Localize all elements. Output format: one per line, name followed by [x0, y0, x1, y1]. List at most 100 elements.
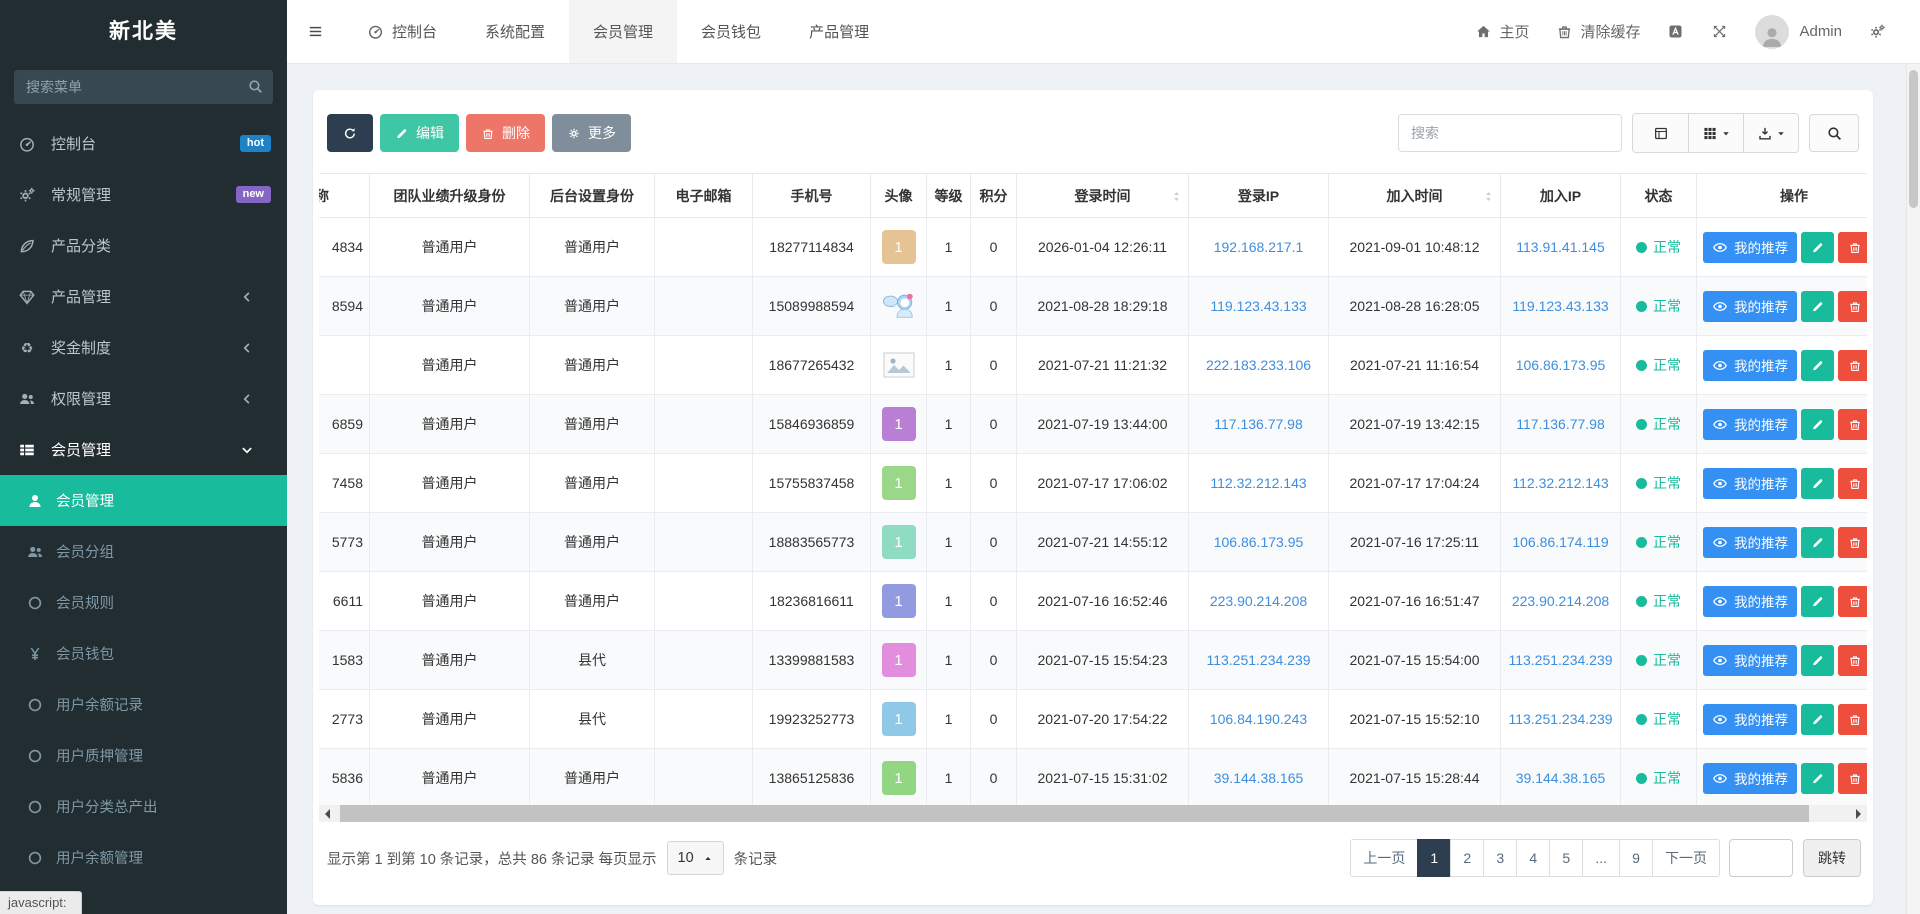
sidebar-item-5[interactable]: 权限管理 [0, 373, 287, 424]
ip-link[interactable]: 222.183.233.106 [1206, 357, 1311, 373]
sidebar-subitem-6[interactable]: 用户分类总产出 [0, 781, 287, 832]
table-row[interactable]: 5836 普通用户 普通用户 13865125836 1 1 0 2021-07… [319, 749, 1867, 806]
row-edit-button[interactable] [1801, 468, 1834, 499]
my-referral-button[interactable]: 我的推荐 [1703, 704, 1797, 735]
ip-link[interactable]: 106.84.190.243 [1210, 711, 1307, 727]
table-row[interactable]: 2773 普通用户 县代 19923252773 1 1 0 2021-07-2… [319, 690, 1867, 749]
ip-link[interactable]: 113.251.234.239 [1508, 711, 1612, 727]
row-delete-button[interactable] [1838, 586, 1867, 617]
ip-link[interactable]: 106.86.173.95 [1214, 534, 1304, 550]
row-delete-button[interactable] [1838, 468, 1867, 499]
clear-cache-link[interactable]: 清除缓存 [1556, 21, 1640, 42]
sidebar-item-1[interactable]: 常规管理 new [0, 169, 287, 220]
ip-link[interactable]: 113.251.234.239 [1206, 652, 1310, 668]
sidebar-item-2[interactable]: 产品分类 [0, 220, 287, 271]
table-row[interactable]: 5773 普通用户 普通用户 18883565773 1 1 0 2021-07… [319, 513, 1867, 572]
fullscreen-button[interactable] [1711, 23, 1728, 40]
ip-link[interactable]: 39.144.38.165 [1516, 770, 1606, 786]
jump-page-input[interactable] [1729, 839, 1793, 877]
table-row[interactable]: 1583 普通用户 县代 13399881583 1 1 0 2021-07-1… [319, 631, 1867, 690]
my-referral-button[interactable]: 我的推荐 [1703, 468, 1797, 499]
sidebar-subitem-2[interactable]: 会员规则 [0, 577, 287, 628]
row-delete-button[interactable] [1838, 409, 1867, 440]
ip-link[interactable]: 223.90.214.208 [1512, 593, 1609, 609]
ip-link[interactable]: 119.123.43.133 [1512, 298, 1608, 314]
ip-link[interactable]: 192.168.217.1 [1214, 239, 1304, 255]
row-delete-button[interactable] [1838, 527, 1867, 558]
page-button-9[interactable]: 9 [1619, 839, 1653, 877]
next-page-button[interactable]: 下一页 [1652, 839, 1720, 877]
sidebar-subitem-4[interactable]: 用户余额记录 [0, 679, 287, 730]
row-delete-button[interactable] [1838, 645, 1867, 676]
page-button-5[interactable]: 5 [1549, 839, 1583, 877]
sidebar-subitem-7[interactable]: 用户余额管理 [0, 832, 287, 883]
ip-link[interactable]: 113.91.41.145 [1516, 239, 1605, 255]
my-referral-button[interactable]: 我的推荐 [1703, 232, 1797, 263]
row-delete-button[interactable] [1838, 232, 1867, 263]
row-delete-button[interactable] [1838, 350, 1867, 381]
sidebar-search-input[interactable] [14, 70, 273, 104]
my-referral-button[interactable]: 我的推荐 [1703, 409, 1797, 440]
page-size-select[interactable]: 10 [667, 841, 724, 875]
row-edit-button[interactable] [1801, 350, 1834, 381]
column-header[interactable]: 登录时间 [1017, 174, 1189, 218]
sidebar-item-3[interactable]: 产品管理 [0, 271, 287, 322]
export-button[interactable] [1743, 114, 1798, 152]
row-edit-button[interactable] [1801, 291, 1834, 322]
columns-button[interactable] [1688, 114, 1743, 152]
edit-button[interactable]: 编辑 [380, 114, 459, 152]
table-row[interactable]: 7458 普通用户 普通用户 15755837458 1 1 0 2021-07… [319, 454, 1867, 513]
row-edit-button[interactable] [1801, 704, 1834, 735]
sidebar-subitem-5[interactable]: 用户质押管理 [0, 730, 287, 781]
ip-link[interactable]: 117.136.77.98 [1516, 416, 1605, 432]
table-search-input[interactable] [1398, 114, 1622, 152]
vertical-scroll-thumb[interactable] [1909, 70, 1918, 208]
tab-2[interactable]: 会员管理 [569, 0, 677, 63]
tab-4[interactable]: 产品管理 [785, 0, 893, 63]
jump-button[interactable]: 跳转 [1803, 839, 1861, 877]
tab-3[interactable]: 会员钱包 [677, 0, 785, 63]
detail-view-button[interactable] [1633, 114, 1688, 152]
page-button-1[interactable]: 1 [1417, 839, 1451, 877]
row-edit-button[interactable] [1801, 527, 1834, 558]
ip-link[interactable]: 39.144.38.165 [1214, 770, 1304, 786]
row-delete-button[interactable] [1838, 291, 1867, 322]
tab-1[interactable]: 系统配置 [461, 0, 569, 63]
table-row[interactable]: 6859 普通用户 普通用户 15846936859 1 1 0 2021-07… [319, 395, 1867, 454]
table-row[interactable]: 8594 普通用户 普通用户 15089988594 1 0 2021-08-2… [319, 277, 1867, 336]
advanced-search-button[interactable] [1809, 114, 1859, 152]
scroll-right-arrow[interactable] [1850, 805, 1867, 822]
row-edit-button[interactable] [1801, 645, 1834, 676]
my-referral-button[interactable]: 我的推荐 [1703, 350, 1797, 381]
column-header[interactable]: 加入时间 [1329, 174, 1501, 218]
horizontal-scroll-thumb[interactable] [340, 805, 1809, 822]
sidebar-item-0[interactable]: 控制台 hot [0, 118, 287, 169]
row-edit-button[interactable] [1801, 763, 1834, 794]
table-row[interactable]: 4834 普通用户 普通用户 18277114834 1 1 0 2026-01… [319, 218, 1867, 277]
page-button-...[interactable]: ... [1582, 839, 1620, 877]
language-button[interactable] [1667, 23, 1684, 40]
ip-link[interactable]: 112.32.212.143 [1512, 475, 1608, 491]
delete-button[interactable]: 删除 [466, 114, 545, 152]
my-referral-button[interactable]: 我的推荐 [1703, 586, 1797, 617]
ip-link[interactable]: 223.90.214.208 [1210, 593, 1307, 609]
ip-link[interactable]: 117.136.77.98 [1214, 416, 1303, 432]
sidebar-subitem-1[interactable]: 会员分组 [0, 526, 287, 577]
table-row[interactable]: 6611 普通用户 普通用户 18236816611 1 1 0 2021-07… [319, 572, 1867, 631]
my-referral-button[interactable]: 我的推荐 [1703, 527, 1797, 558]
scroll-left-arrow[interactable] [319, 805, 336, 822]
page-button-3[interactable]: 3 [1483, 839, 1517, 877]
tab-0[interactable]: 控制台 [343, 0, 461, 63]
sidebar-item-4[interactable]: ♻奖金制度 [0, 322, 287, 373]
settings-button[interactable] [1869, 23, 1886, 40]
refresh-button[interactable] [327, 114, 373, 152]
my-referral-button[interactable]: 我的推荐 [1703, 645, 1797, 676]
row-delete-button[interactable] [1838, 704, 1867, 735]
user-menu[interactable]: Admin [1755, 15, 1842, 49]
my-referral-button[interactable]: 我的推荐 [1703, 763, 1797, 794]
sidebar-item-6[interactable]: 会员管理 [0, 424, 287, 475]
page-button-4[interactable]: 4 [1516, 839, 1550, 877]
row-delete-button[interactable] [1838, 763, 1867, 794]
more-button[interactable]: 更多 [552, 114, 631, 152]
ip-link[interactable]: 106.86.174.119 [1512, 534, 1608, 550]
